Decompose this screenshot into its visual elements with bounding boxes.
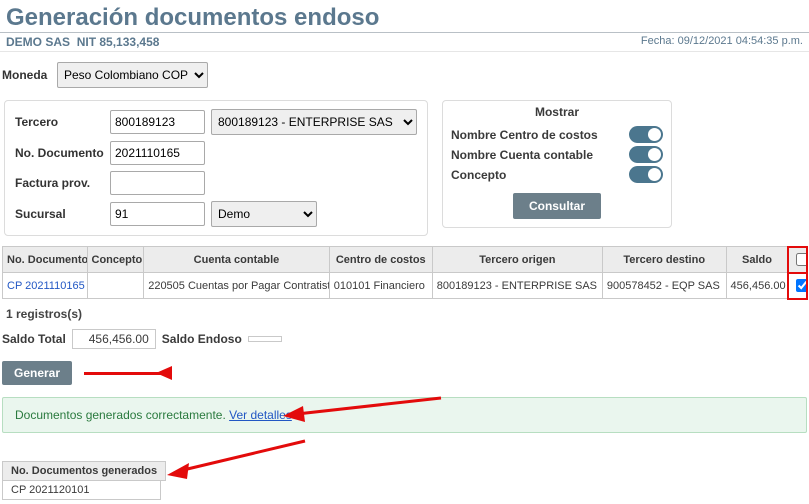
factura-label: Factura prov. (15, 176, 110, 190)
cell-cuenta: 220505 Cuentas por Pagar Contratista (144, 273, 330, 299)
success-message: Documentos generados correctamente. Ver … (2, 397, 807, 433)
generated-docs-value: CP 2021120101 (2, 481, 161, 500)
moneda-label: Moneda (2, 68, 57, 82)
tercero-code-input[interactable] (110, 110, 205, 134)
page-date: Fecha: 09/12/2021 04:54:35 p.m. (641, 35, 803, 49)
select-all-checkbox[interactable] (796, 253, 806, 266)
toggle-centro[interactable] (629, 126, 663, 143)
company-info: DEMO SAS NIT 85,133,458 (6, 35, 159, 49)
mostrar-panel: Mostrar Nombre Centro de costos Nombre C… (442, 100, 672, 228)
cell-saldo: 456,456.00 (726, 273, 788, 299)
sucursal-label: Sucursal (15, 207, 110, 221)
ver-detalles-link[interactable]: Ver detalles (229, 408, 292, 422)
results-table: No. Documento Concepto Cuenta contable C… (2, 246, 807, 299)
cell-tdestino: 900578452 - EQP SAS (602, 273, 726, 299)
arrow-annotation-icon (283, 396, 443, 436)
generated-docs-header: No. Documentos generados (2, 461, 166, 481)
table-row: CP 2021110165 220505 Cuentas por Pagar C… (3, 273, 807, 299)
ndoc-label: No. Documento (15, 146, 110, 160)
generar-button[interactable]: Generar (2, 361, 72, 385)
cell-centro: 010101 Financiero (329, 273, 432, 299)
toggle-concepto[interactable] (629, 166, 663, 183)
moneda-select[interactable]: Peso Colombiano COP (57, 62, 208, 88)
mostrar-title: Mostrar (451, 105, 663, 123)
th-select-all[interactable] (788, 247, 807, 273)
th-saldo: Saldo (726, 247, 788, 273)
th-torigen: Tercero origen (432, 247, 602, 273)
th-doc: No. Documento (3, 247, 88, 273)
sucursal-select[interactable]: Demo (211, 201, 317, 227)
cell-select[interactable] (788, 273, 807, 299)
saldo-endoso-label: Saldo Endoso (162, 332, 242, 346)
row-checkbox[interactable] (796, 279, 806, 292)
ndoc-input[interactable] (110, 141, 205, 165)
arrow-annotation-icon (84, 366, 174, 380)
record-count: 1 registros(s) (6, 307, 803, 321)
saldo-total-value: 456,456.00 (72, 329, 156, 349)
th-tdestino: Tercero destino (602, 247, 726, 273)
saldo-endoso-value (248, 336, 282, 342)
mostrar-centro-label: Nombre Centro de costos (451, 128, 598, 142)
mostrar-concepto-label: Concepto (451, 168, 506, 182)
success-text: Documentos generados correctamente. (15, 408, 226, 422)
factura-input[interactable] (110, 171, 205, 195)
th-cuenta: Cuenta contable (144, 247, 330, 273)
toggle-cuenta[interactable] (629, 146, 663, 163)
th-centro: Centro de costos (329, 247, 432, 273)
doc-link[interactable]: CP 2021110165 (7, 280, 85, 292)
saldo-total-label: Saldo Total (2, 332, 66, 346)
cell-torigen: 800189123 - ENTERPRISE SAS (432, 273, 602, 299)
sucursal-code-input[interactable] (110, 202, 205, 226)
page-title: Generación documentos endoso (0, 0, 809, 32)
tercero-label: Tercero (15, 115, 110, 129)
arrow-annotation-icon (167, 439, 307, 479)
tercero-select[interactable]: 800189123 - ENTERPRISE SAS (211, 109, 417, 135)
mostrar-cuenta-label: Nombre Cuenta contable (451, 148, 593, 162)
cell-concepto (87, 273, 144, 299)
consultar-button[interactable]: Consultar (513, 193, 601, 219)
th-concepto: Concepto (87, 247, 144, 273)
filter-form: Tercero 800189123 - ENTERPRISE SAS No. D… (4, 100, 428, 236)
